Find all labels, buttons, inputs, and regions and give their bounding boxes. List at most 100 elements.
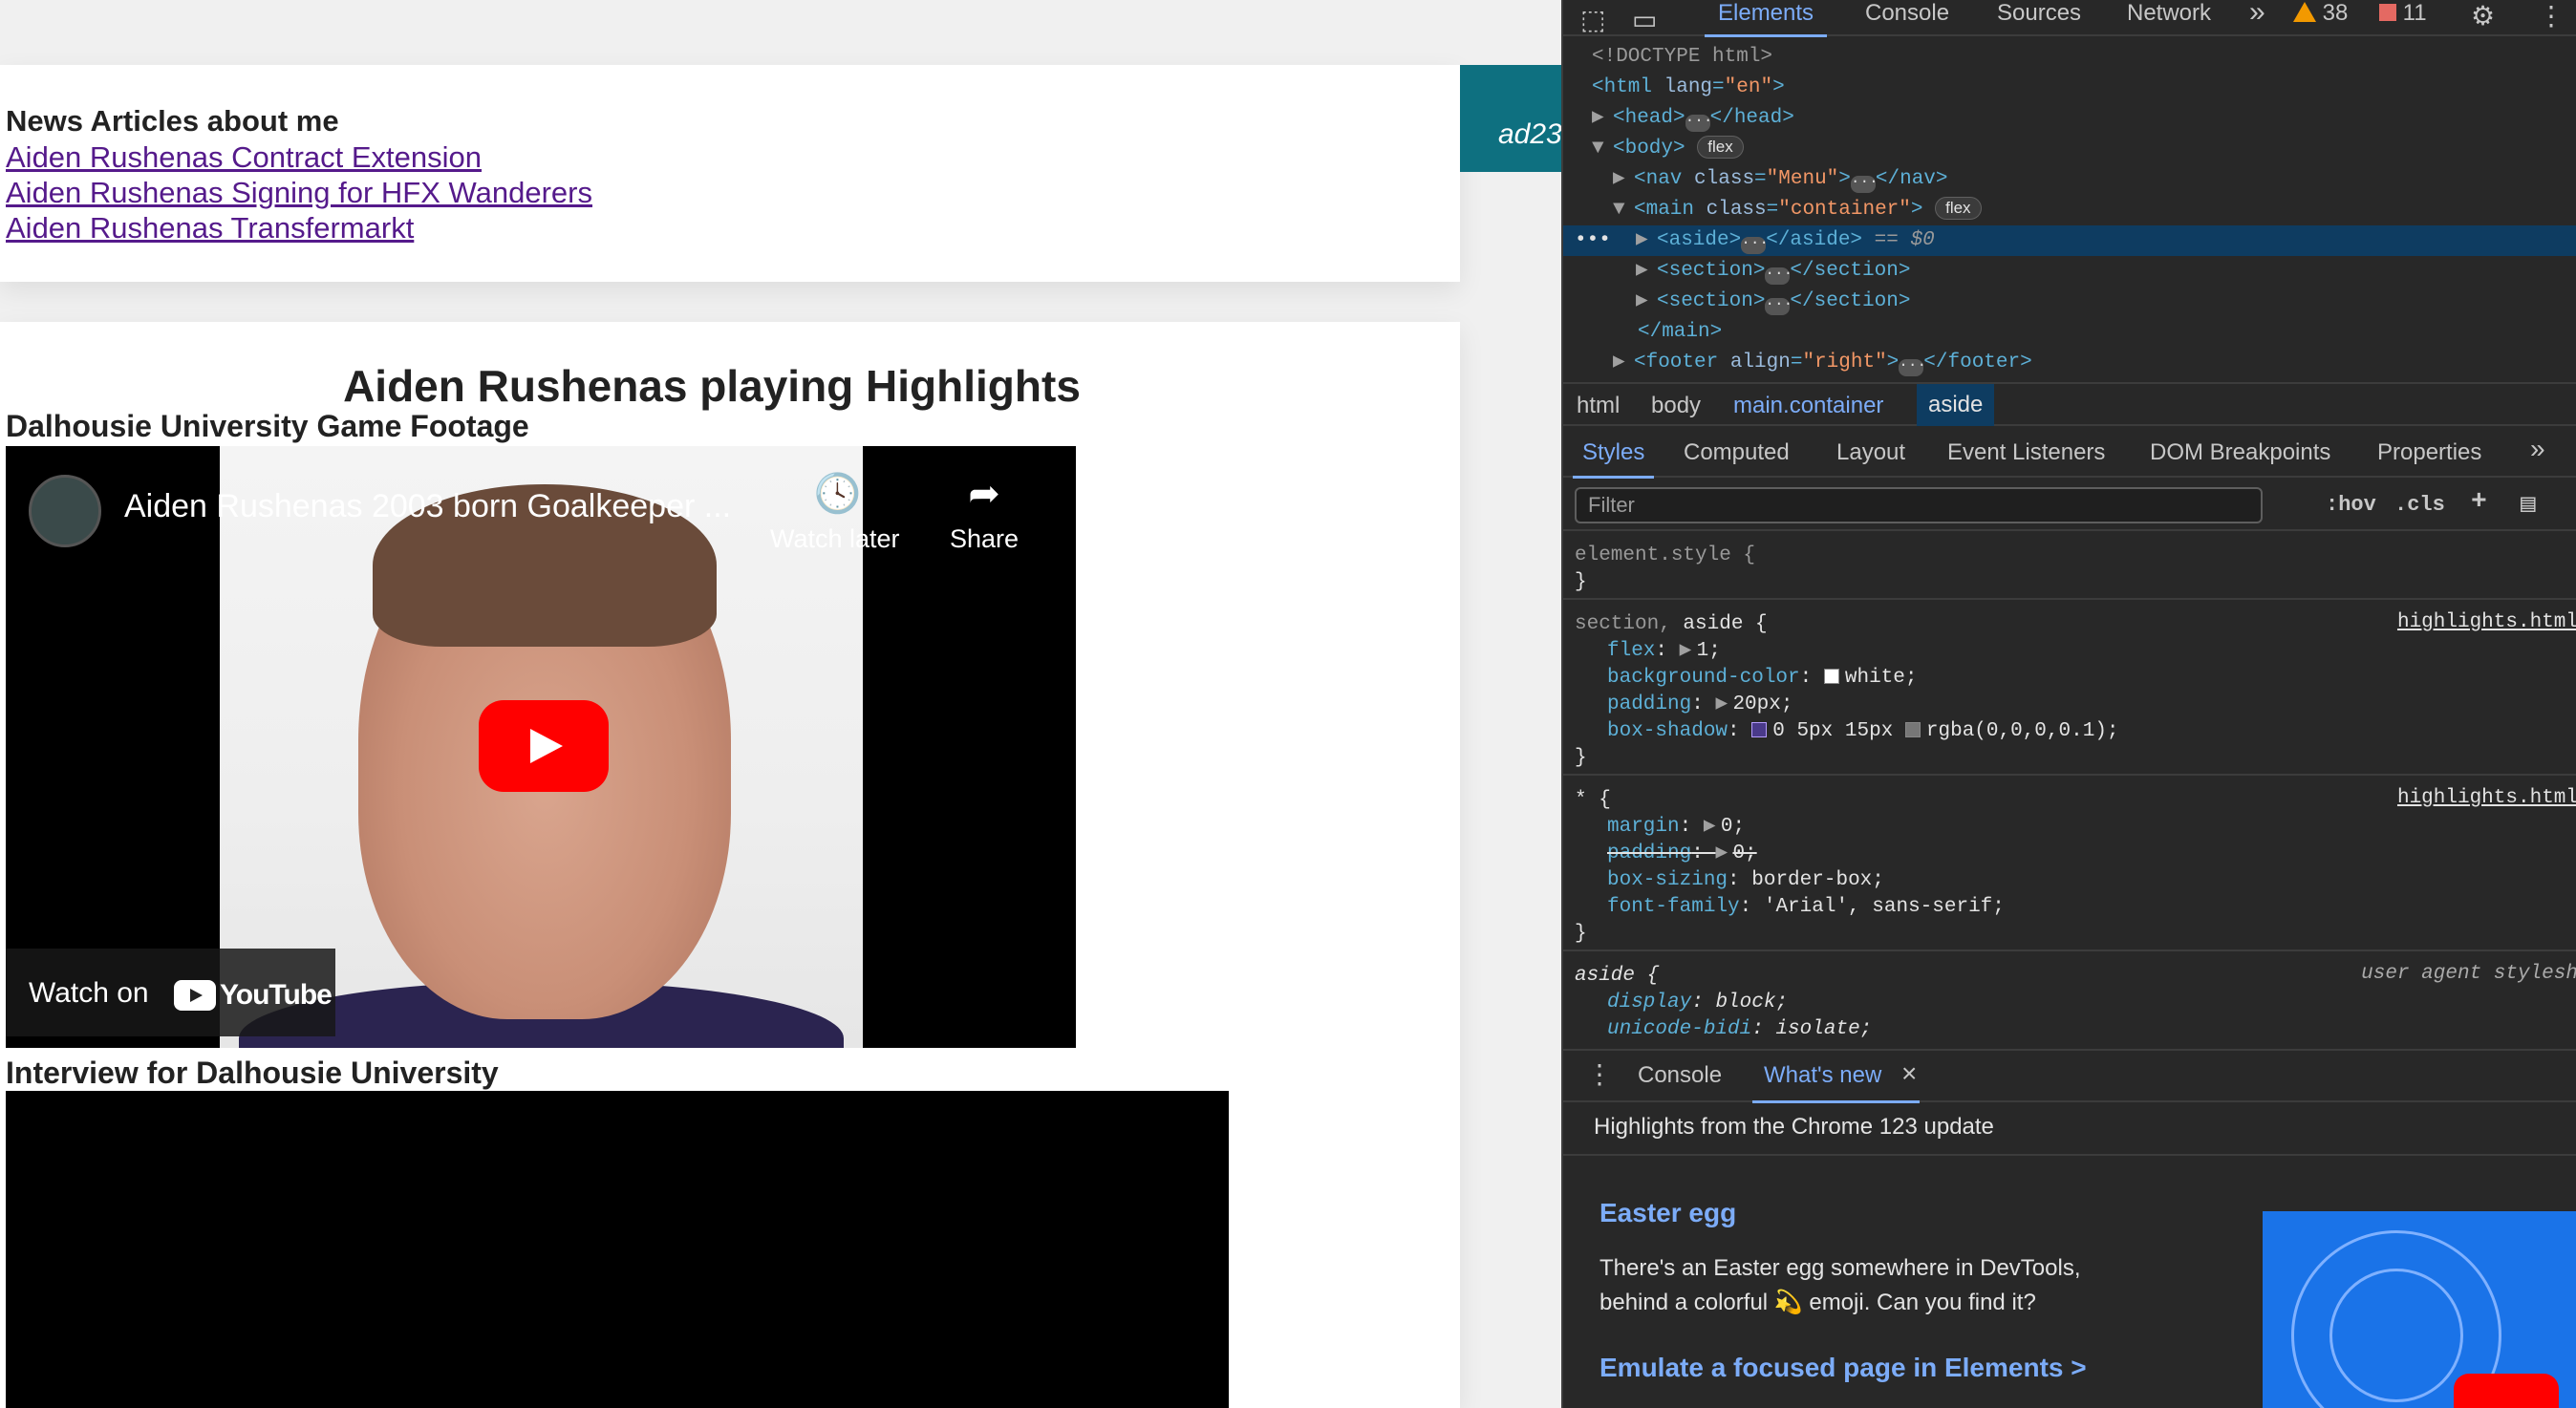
rule2-selector[interactable]: * { xyxy=(1575,787,1611,814)
dom-line-body[interactable]: ▼ <body> flex xyxy=(1563,134,2576,164)
flex-badge[interactable]: flex xyxy=(1697,136,1744,159)
expand-triangle-icon[interactable]: ▶ xyxy=(1636,225,1657,256)
dom-line-doctype[interactable]: <!DOCTYPE html> xyxy=(1563,42,2576,73)
prop-name: margin xyxy=(1607,816,1680,838)
expand-triangle-icon[interactable]: ▶ xyxy=(1592,103,1613,134)
dom-line-aside-selected[interactable]: ••• ▶ <aside>···</aside> == $0 xyxy=(1563,225,2576,256)
tab-computed[interactable]: Computed xyxy=(1684,439,1790,466)
dom-line-html[interactable]: <html lang="en"> xyxy=(1563,73,2576,103)
close-whats-new-icon[interactable]: × xyxy=(1901,1058,1917,1089)
breadcrumb-body[interactable]: body xyxy=(1651,393,1701,419)
rule1-selector[interactable]: section, aside { xyxy=(1575,611,1768,638)
decl-box-shadow[interactable]: box-shadow: 0 5px 15px rgba(0,0,0,0.1); xyxy=(1607,718,2119,745)
tab-styles[interactable]: Styles xyxy=(1572,439,1655,479)
more-subtabs-button[interactable]: » xyxy=(2530,434,2545,464)
decl-background-color[interactable]: background-color: white; xyxy=(1607,665,1917,692)
expand-triangle-icon[interactable]: ▶ xyxy=(1680,638,1697,665)
breadcrumb-html[interactable]: html xyxy=(1577,393,1620,419)
tab-dom-breakpoints[interactable]: DOM Breakpoints xyxy=(2150,439,2330,466)
share-icon: ➦ xyxy=(968,473,1000,515)
dom-line-head[interactable]: ▶ <head>···</head> xyxy=(1563,103,2576,134)
expand-triangle-icon[interactable]: ▶ xyxy=(1715,841,1732,867)
row-options-icon[interactable]: ••• xyxy=(1575,225,1611,256)
decl-flex[interactable]: flex: ▶ 1; xyxy=(1607,638,1721,665)
rule-close-brace: } xyxy=(1575,923,1587,945)
dom-line-nav[interactable]: ▶ <nav class="Menu">···</nav> xyxy=(1563,164,2576,195)
whats-new-item-easter-egg[interactable]: Easter egg xyxy=(1599,1198,1736,1228)
dom-line-main[interactable]: ▼ <main class="container"> flex xyxy=(1563,195,2576,225)
tab-network[interactable]: Network xyxy=(2127,0,2211,27)
rule2-source-link[interactable]: highlights.html xyxy=(2397,787,2576,809)
ellipsis-icon[interactable]: ··· xyxy=(1685,113,1712,132)
dom-line-section-1[interactable]: ▶ <section>···</section> xyxy=(1563,256,2576,287)
dom-line-footer[interactable]: ▶ <footer align="right">···</footer> xyxy=(1563,348,2576,378)
expand-triangle-icon[interactable]: ▶ xyxy=(1704,814,1721,841)
decl-padding-overridden[interactable]: padding: ▶ 0; xyxy=(1607,841,1757,867)
section-close-tag: </section> xyxy=(1790,260,1911,282)
dom-line-main-close[interactable]: </main> xyxy=(1563,317,2576,348)
youtube-embed-game-footage[interactable]: Aiden Rushenas 2003 born Goalkeeper ... … xyxy=(6,446,1076,1048)
decl-box-sizing[interactable]: box-sizing: border-box; xyxy=(1607,867,1884,894)
link-transfermarkt[interactable]: Aiden Rushenas Transfermarkt xyxy=(6,210,1454,245)
video-title[interactable]: Aiden Rushenas 2003 born Goalkeeper ... xyxy=(124,488,731,525)
ellipsis-icon[interactable]: ··· xyxy=(1765,266,1792,285)
element-style-selector[interactable]: element.style { xyxy=(1575,543,1755,569)
flex-badge[interactable]: flex xyxy=(1935,197,1982,220)
errors-counter[interactable]: 11 xyxy=(2379,0,2427,27)
rendering-emulation-icon[interactable]: ▤ xyxy=(2521,489,2536,519)
tab-elements[interactable]: Elements xyxy=(1704,0,1828,37)
drawer-menu-icon[interactable]: ⋮ xyxy=(1586,1058,1613,1090)
collapse-triangle-icon[interactable]: ▼ xyxy=(1592,134,1613,164)
watch-later-button[interactable]: 🕓 Watch later xyxy=(770,473,900,554)
tab-event-listeners[interactable]: Event Listeners xyxy=(1947,439,2105,466)
share-button[interactable]: ➦ Share xyxy=(950,473,1019,554)
breadcrumb-main-container[interactable]: main.container xyxy=(1733,393,1883,419)
more-tabs-button[interactable]: » xyxy=(2249,0,2265,29)
ellipsis-icon[interactable]: ··· xyxy=(1741,235,1769,254)
watch-on-youtube-button[interactable]: Watch on YouTube xyxy=(6,949,335,1036)
ellipsis-icon[interactable]: ··· xyxy=(1850,174,1878,193)
nav-fragment-text[interactable]: ad23 xyxy=(1498,118,1561,151)
ellipsis-icon[interactable]: ··· xyxy=(1765,296,1792,315)
new-style-rule-icon[interactable]: + xyxy=(2471,487,2487,517)
dom-line-section-2[interactable]: ▶ <section>···</section> xyxy=(1563,287,2576,317)
expand-triangle-icon[interactable]: ▶ xyxy=(1636,287,1657,317)
tab-console[interactable]: Console xyxy=(1865,0,1949,27)
color-swatch[interactable] xyxy=(1823,669,1839,684)
expand-triangle-icon[interactable]: ▶ xyxy=(1636,256,1657,287)
tab-properties[interactable]: Properties xyxy=(2377,439,2481,466)
drawer-tab-console[interactable]: Console xyxy=(1638,1062,1722,1089)
whats-new-video-thumbnail[interactable] xyxy=(2263,1211,2576,1408)
play-button[interactable] xyxy=(479,700,609,792)
inspect-element-icon[interactable]: ⬚ xyxy=(1580,4,1605,35)
collapse-triangle-icon[interactable]: ▼ xyxy=(1613,195,1634,225)
decl-padding[interactable]: padding: ▶ 20px; xyxy=(1607,692,1792,718)
breadcrumb-aside[interactable]: aside xyxy=(1917,384,1995,426)
color-swatch[interactable] xyxy=(1904,722,1921,737)
more-options-icon[interactable]: ⋮ xyxy=(2538,0,2565,32)
link-hfx-signing[interactable]: Aiden Rushenas Signing for HFX Wanderers xyxy=(6,175,1454,210)
expand-triangle-icon[interactable]: ▶ xyxy=(1715,692,1732,718)
whats-new-item-focused-page[interactable]: Emulate a focused page in Elements > xyxy=(1599,1353,2087,1383)
expand-triangle-icon[interactable]: ▶ xyxy=(1613,164,1634,195)
shadow-editor-icon[interactable] xyxy=(1751,722,1768,737)
class-toggle[interactable]: .cls xyxy=(2394,493,2445,517)
channel-avatar[interactable] xyxy=(29,475,101,547)
expand-triangle-icon[interactable]: ▶ xyxy=(1613,348,1634,378)
prop-name: padding xyxy=(1607,693,1692,715)
device-toolbar-icon[interactable]: ▭ xyxy=(1632,4,1657,35)
decl-margin[interactable]: margin: ▶ 0; xyxy=(1607,814,1745,841)
ellipsis-icon[interactable]: ··· xyxy=(1899,357,1926,376)
interview-video-embed[interactable] xyxy=(6,1091,1229,1408)
hover-state-toggle[interactable]: :hov xyxy=(2326,493,2376,517)
decl-font-family[interactable]: font-family: 'Arial', sans-serif; xyxy=(1607,894,2005,921)
styles-filter-input[interactable] xyxy=(1575,487,2263,523)
settings-gear-icon[interactable]: ⚙ xyxy=(2471,0,2495,32)
tab-layout[interactable]: Layout xyxy=(1836,439,1905,466)
link-contract-extension[interactable]: Aiden Rushenas Contract Extension xyxy=(6,139,1454,175)
tab-sources[interactable]: Sources xyxy=(1997,0,2081,27)
rule1-source-link[interactable]: highlights.html xyxy=(2397,611,2576,633)
drawer-tab-whats-new[interactable]: What's new xyxy=(1751,1062,1921,1103)
warnings-counter[interactable]: 38 xyxy=(2293,0,2348,27)
rule3-selector[interactable]: aside { xyxy=(1575,963,1659,990)
